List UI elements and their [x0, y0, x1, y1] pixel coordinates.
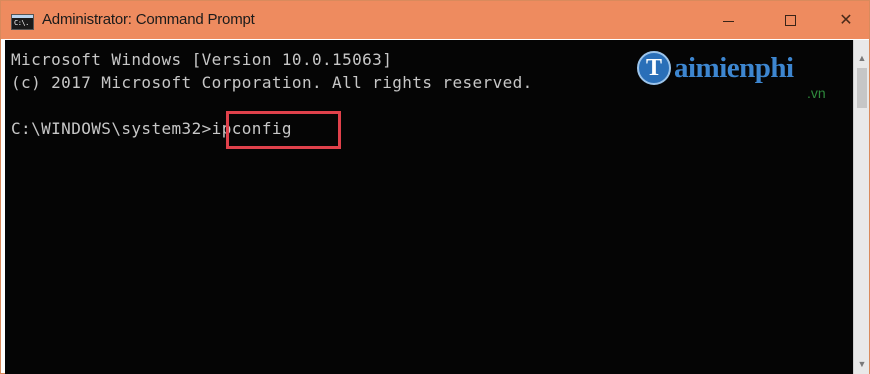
scroll-down-icon[interactable]: ▼ — [854, 356, 870, 372]
command-highlight-box — [226, 111, 341, 149]
watermark-logo-icon: T — [637, 51, 671, 85]
minimize-icon — [722, 20, 734, 22]
watermark-name: aimienphi — [674, 52, 794, 84]
scroll-up-icon[interactable]: ▲ — [854, 50, 870, 66]
icon-glyph-text: C:\. — [14, 19, 29, 27]
vertical-scrollbar[interactable]: ▲ ▼ — [853, 40, 869, 374]
command-prompt-window: C:\. Administrator: Command Prompt ✕ Mic… — [0, 0, 870, 374]
command-prompt-icon[interactable]: C:\. — [11, 14, 34, 30]
minimize-button[interactable] — [705, 1, 751, 39]
icon-title-strip — [12, 15, 33, 18]
watermark-suffix: .vn — [807, 85, 826, 101]
close-icon: ✕ — [839, 12, 853, 29]
console-copyright-line: (c) 2017 Microsoft Corporation. All righ… — [11, 73, 533, 92]
close-button[interactable]: ✕ — [823, 1, 869, 39]
console-version-line: Microsoft Windows [Version 10.0.15063] — [11, 50, 393, 69]
window-title: Administrator: Command Prompt — [42, 11, 255, 28]
maximize-icon — [784, 14, 796, 26]
scroll-thumb[interactable] — [857, 68, 867, 108]
title-bar[interactable]: C:\. Administrator: Command Prompt ✕ — [1, 1, 869, 39]
taimienphi-watermark: T aimienphi .vn — [637, 51, 847, 105]
maximize-button[interactable] — [767, 1, 813, 39]
